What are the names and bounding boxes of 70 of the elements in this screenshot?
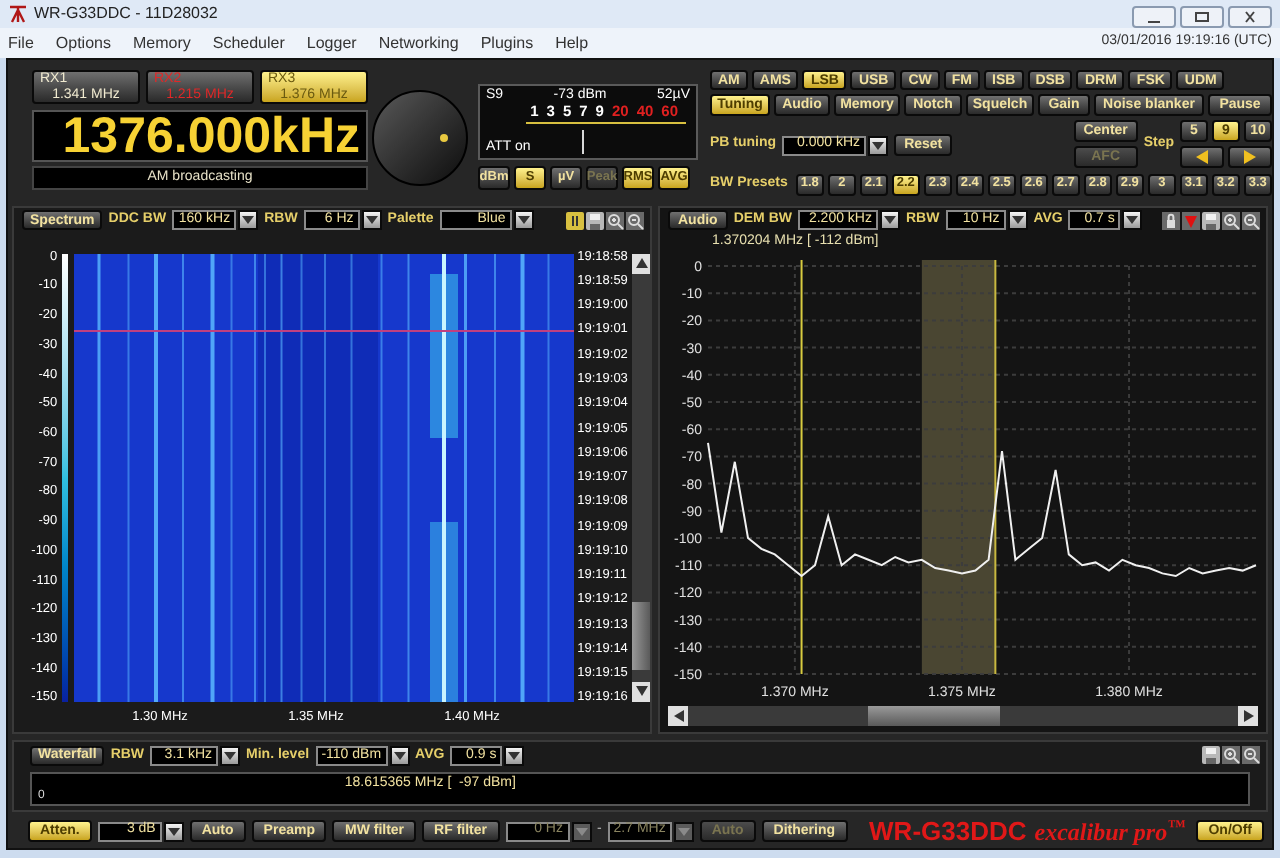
- caret-icon: [224, 751, 237, 760]
- caret-icon: [393, 751, 406, 760]
- dropdown-button[interactable]: [361, 210, 382, 231]
- caret-icon: [1126, 216, 1139, 225]
- close-button[interactable]: [1228, 6, 1272, 28]
- zoom-in-icon[interactable]: [606, 211, 624, 230]
- caret-icon: [508, 751, 521, 760]
- scroll-up-button[interactable]: [632, 253, 650, 274]
- scroll-right-button[interactable]: [1238, 705, 1258, 726]
- caret-icon: [677, 827, 690, 836]
- menu-item[interactable]: Plugins: [480, 31, 534, 55]
- left-arrow-icon: [1196, 150, 1208, 164]
- dropdown-button[interactable]: [1007, 210, 1028, 231]
- pause-icon[interactable]: [566, 211, 584, 230]
- caret-icon: [517, 216, 530, 225]
- dropdown-button[interactable]: [673, 821, 694, 842]
- maximize-button[interactable]: [1180, 6, 1224, 28]
- logo-name: WR-G33DDC: [869, 818, 1027, 845]
- left-arrow-icon: [673, 709, 683, 722]
- dropdown-button[interactable]: [571, 821, 591, 842]
- dropdown-button[interactable]: [220, 745, 241, 766]
- lock-icon[interactable]: [1162, 211, 1180, 230]
- scrollbar[interactable]: [632, 253, 650, 702]
- menu-item[interactable]: Scheduler: [212, 31, 285, 55]
- dropdown-button[interactable]: [238, 210, 259, 231]
- scrollbar-thumb[interactable]: [632, 601, 650, 670]
- scrollbar-thumb[interactable]: [867, 705, 1000, 726]
- menu-item[interactable]: Memory: [132, 31, 191, 55]
- caret-icon: [242, 216, 255, 225]
- dropdown-button[interactable]: [1122, 210, 1143, 231]
- frequency-display: 1376.000kHz: [32, 110, 368, 162]
- menu-item[interactable]: File: [8, 31, 34, 55]
- caret-icon: [872, 141, 885, 149]
- tune-up-button[interactable]: [1228, 146, 1272, 168]
- dropdown-button[interactable]: [513, 210, 534, 231]
- scrollbar[interactable]: [668, 705, 1258, 726]
- menu-item[interactable]: Logger: [306, 31, 357, 55]
- scroll-down-button[interactable]: [632, 681, 650, 702]
- right-arrow-icon: [1244, 150, 1256, 164]
- maximize-icon: [1192, 10, 1212, 24]
- zoom-out-icon[interactable]: [1242, 746, 1260, 765]
- zoom-out-icon[interactable]: [626, 211, 644, 230]
- save-icon[interactable]: [1202, 746, 1220, 765]
- dropdown-button[interactable]: [868, 135, 889, 155]
- dropdown-button[interactable]: [389, 745, 410, 766]
- caret-icon: [167, 827, 180, 836]
- menu-item[interactable]: Help: [555, 31, 589, 55]
- menu-item[interactable]: Networking: [378, 31, 459, 55]
- minimize-button[interactable]: [1132, 6, 1176, 28]
- save-icon[interactable]: [586, 211, 604, 230]
- caret-icon: [365, 216, 378, 225]
- save-icon[interactable]: [1202, 211, 1220, 230]
- caret-icon: [1011, 216, 1024, 225]
- close-icon: [1240, 10, 1260, 24]
- menu-item[interactable]: Options: [55, 31, 111, 55]
- dropdown-button[interactable]: [163, 821, 184, 842]
- caret-icon: [575, 827, 587, 836]
- dropdown-button[interactable]: [880, 210, 900, 231]
- caret-icon: [884, 216, 896, 225]
- zoom-in-icon[interactable]: [1222, 211, 1240, 230]
- dropdown-button[interactable]: [504, 745, 525, 766]
- tune-down-button[interactable]: [1180, 146, 1224, 168]
- right-arrow-icon: [1243, 709, 1253, 722]
- marker-icon[interactable]: [1182, 211, 1200, 230]
- zoom-in-icon[interactable]: [1222, 746, 1240, 765]
- logo-tagline: excalibur pro$^{™}$: [1034, 820, 1186, 845]
- window-title: WR-G33DDC - 11D28032: [34, 2, 218, 26]
- app-icon: [8, 4, 28, 24]
- scroll-left-button[interactable]: [668, 705, 688, 726]
- zoom-out-icon[interactable]: [1242, 211, 1260, 230]
